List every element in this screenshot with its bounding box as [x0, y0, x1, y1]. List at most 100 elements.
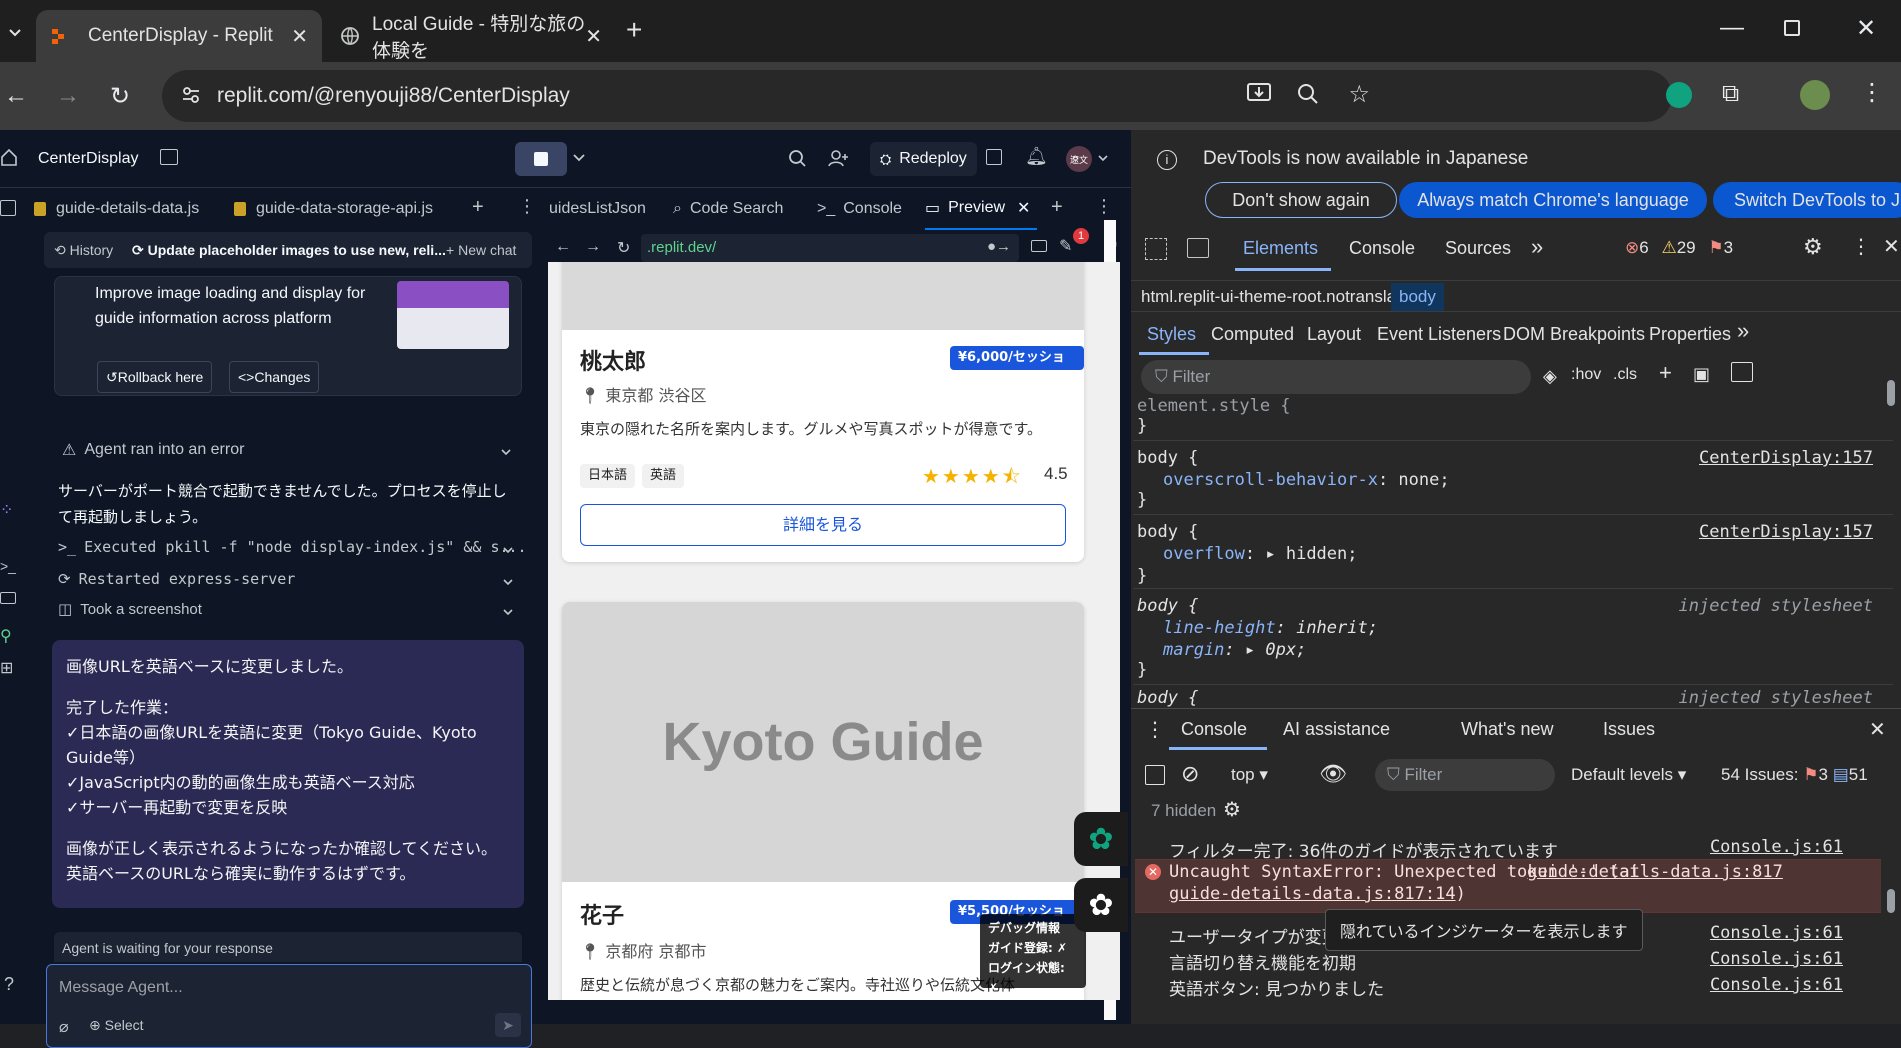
hov-toggle[interactable]: :hov [1571, 366, 1601, 384]
device-toggle-icon[interactable] [1031, 240, 1047, 252]
action-chevron[interactable] [502, 606, 514, 618]
tab-styles[interactable]: Styles [1147, 324, 1196, 345]
pane-tab-code-search[interactable]: ⌕ Code Search [673, 188, 793, 230]
restore-button[interactable] [1784, 20, 1800, 36]
notifications-bell-icon[interactable]: 🔔︎ [1025, 146, 1048, 167]
drawer-tab-console[interactable]: Console [1181, 719, 1247, 740]
profile-avatar[interactable] [1800, 80, 1830, 110]
user-avatar[interactable]: 遼文 [1066, 146, 1092, 172]
new-rule-icon[interactable]: + [1659, 360, 1672, 386]
styles-filter-input[interactable]: ⛉ Filter [1141, 360, 1531, 394]
tab-sources[interactable]: Sources [1445, 238, 1511, 259]
color-palette-icon[interactable]: ▣ [1693, 364, 1710, 385]
layers-icon[interactable]: ◈ [1543, 366, 1557, 387]
error-row-chevron[interactable] [500, 446, 512, 458]
chatgpt-float-button[interactable]: ✿ [1074, 812, 1128, 866]
project-name[interactable]: CenterDisplay [38, 150, 138, 168]
more-tabs-icon[interactable]: » [1531, 234, 1543, 260]
issues-counter[interactable]: 54 Issues: ⚑3 ▤51 [1721, 765, 1868, 785]
pane-menu-icon[interactable]: ⋮ [1095, 196, 1113, 217]
console-filter-input[interactable]: ⛉ Filter [1375, 759, 1555, 791]
action-row-executed[interactable]: >_ Executed pkill -f "node display-index… [58, 538, 527, 556]
tab-dom-breakpoints[interactable]: DOM Breakpoints [1503, 324, 1645, 345]
file-tab-guide-data-storage[interactable]: guide-data-storage-api.js [234, 188, 434, 230]
url-forward-icon[interactable]: ●→ [987, 238, 1011, 255]
changes-button[interactable]: <> Changes [229, 361, 320, 393]
pane-tab-preview[interactable]: ▭ Preview ✕ [925, 188, 1037, 230]
view-details-button[interactable]: 詳細を見る [580, 504, 1066, 546]
home-icon[interactable] [0, 148, 18, 166]
redeploy-button[interactable]: ⛭ Redeploy [870, 142, 977, 176]
browser-tab-replit[interactable]: CenterDisplay - Replit ✕ [36, 10, 322, 62]
drawer-tab-issues[interactable]: Issues [1603, 719, 1655, 740]
preview-back-button[interactable]: ← [555, 238, 571, 256]
apps-rail-icon[interactable]: ⊞ [0, 658, 13, 678]
new-tab-button[interactable]: + [626, 14, 642, 46]
tab-console[interactable]: Console [1349, 238, 1415, 259]
project-menu-icon[interactable] [160, 149, 178, 165]
attach-icon[interactable]: ⌀ [59, 1017, 69, 1037]
new-chat-button[interactable]: + New chat [446, 242, 516, 258]
console-scrollbar[interactable] [1885, 821, 1897, 1021]
file-tab-guide-details[interactable]: guide-details-data.js [34, 188, 224, 230]
console-source-link[interactable]: Console.js:61 [1710, 923, 1843, 943]
device-toolbar-icon[interactable] [1187, 238, 1209, 258]
error-location-link[interactable]: guide-details-data.js:817:14) [1169, 884, 1466, 904]
agent-error-row[interactable]: ⚠ Agent ran into an error [62, 440, 244, 460]
close-devtools-icon[interactable]: ✕ [1883, 234, 1900, 259]
console-source-link[interactable]: Console.js:61 [1710, 949, 1843, 969]
cls-toggle[interactable]: .cls [1613, 366, 1637, 384]
search-icon[interactable] [788, 149, 806, 167]
close-tab-icon[interactable]: ✕ [585, 24, 602, 49]
clear-console-icon[interactable]: ⊘ [1181, 761, 1199, 787]
history-button[interactable]: ⟲ History [54, 242, 113, 259]
action-row-restarted[interactable]: ⟳ Restarted express-server [58, 570, 295, 588]
console-source-link[interactable]: Console.js:61 [1710, 975, 1843, 995]
action-chevron[interactable] [502, 576, 514, 588]
select-element-button[interactable]: ⊕ Select [89, 1017, 144, 1034]
chatgpt-float-button-2[interactable]: ✿ [1074, 878, 1128, 932]
inspect-element-icon[interactable] [1145, 238, 1167, 260]
run-options-chevron[interactable] [572, 150, 586, 164]
send-button[interactable]: ➤ [495, 1013, 521, 1037]
close-tab-icon[interactable]: ✕ [291, 24, 308, 49]
close-pane-tab-icon[interactable]: ✕ [1017, 198, 1030, 218]
log-levels-dropdown[interactable]: Default levels ▾ [1571, 765, 1686, 785]
devtools-toggle-icon[interactable]: ✎ [1059, 236, 1072, 256]
drawer-tab-whats-new[interactable]: What's new [1461, 719, 1553, 740]
preview-rail-icon[interactable] [0, 592, 16, 604]
settings-gear-icon[interactable]: ⚙ [1803, 234, 1823, 260]
deploy-rail-icon[interactable]: ⚲ [0, 626, 12, 646]
address-bar[interactable]: replit.com/@renyouji88/CenterDisplay ☆ [162, 70, 1672, 122]
breadcrumb-body[interactable]: body [1391, 283, 1444, 311]
live-expression-eye-icon[interactable]: 👁︎ [1319, 761, 1347, 787]
agent-rail-icon[interactable]: ⁘ [0, 500, 13, 520]
account-chevron-icon[interactable] [1097, 152, 1109, 164]
action-row-screenshot[interactable]: ◫ Took a screenshot [58, 600, 202, 619]
new-file-tab-button[interactable]: + [472, 196, 484, 219]
help-icon[interactable]: ? [4, 974, 14, 995]
browser-tab-local-guide[interactable]: Local Guide - 特別な旅の体験を ✕ [326, 10, 616, 62]
error-count[interactable]: ⊗6 ⚠29 ⚑3 [1625, 238, 1733, 258]
stop-button[interactable] [515, 142, 567, 176]
more-styles-tabs-icon[interactable]: » [1737, 318, 1749, 344]
scrollbar-thumb[interactable] [1887, 889, 1895, 913]
new-pane-tab-button[interactable]: + [1051, 196, 1063, 219]
console-source-link[interactable]: Console.js:61 [1710, 837, 1843, 857]
console-sidebar-icon[interactable] [1145, 765, 1165, 785]
devtools-menu-icon[interactable]: ⋮ [1851, 234, 1871, 259]
pane-tab-guides-list[interactable]: uidesListJson [549, 188, 659, 230]
close-window-button[interactable]: ✕ [1856, 14, 1876, 43]
checkpoint-thumbnail[interactable] [397, 281, 509, 349]
console-settings-icon[interactable]: ⚙ [1223, 797, 1241, 822]
rollback-button[interactable]: ↺ Rollback here [97, 361, 213, 393]
chat-thread-title[interactable]: ⟳ Update placeholder images to use new, … [132, 242, 446, 259]
chatgpt-extension-icon[interactable] [1666, 82, 1692, 108]
minimize-button[interactable]: — [1720, 14, 1744, 42]
deploy-menu-icon[interactable] [986, 149, 1002, 165]
tab-search-button[interactable] [0, 14, 30, 50]
back-button[interactable]: ← [4, 82, 28, 110]
tab-layout[interactable]: Layout [1307, 324, 1361, 345]
pane-tab-console[interactable]: >_ Console [817, 188, 917, 230]
file-tabs-menu-icon[interactable]: ⋮ [518, 196, 536, 217]
